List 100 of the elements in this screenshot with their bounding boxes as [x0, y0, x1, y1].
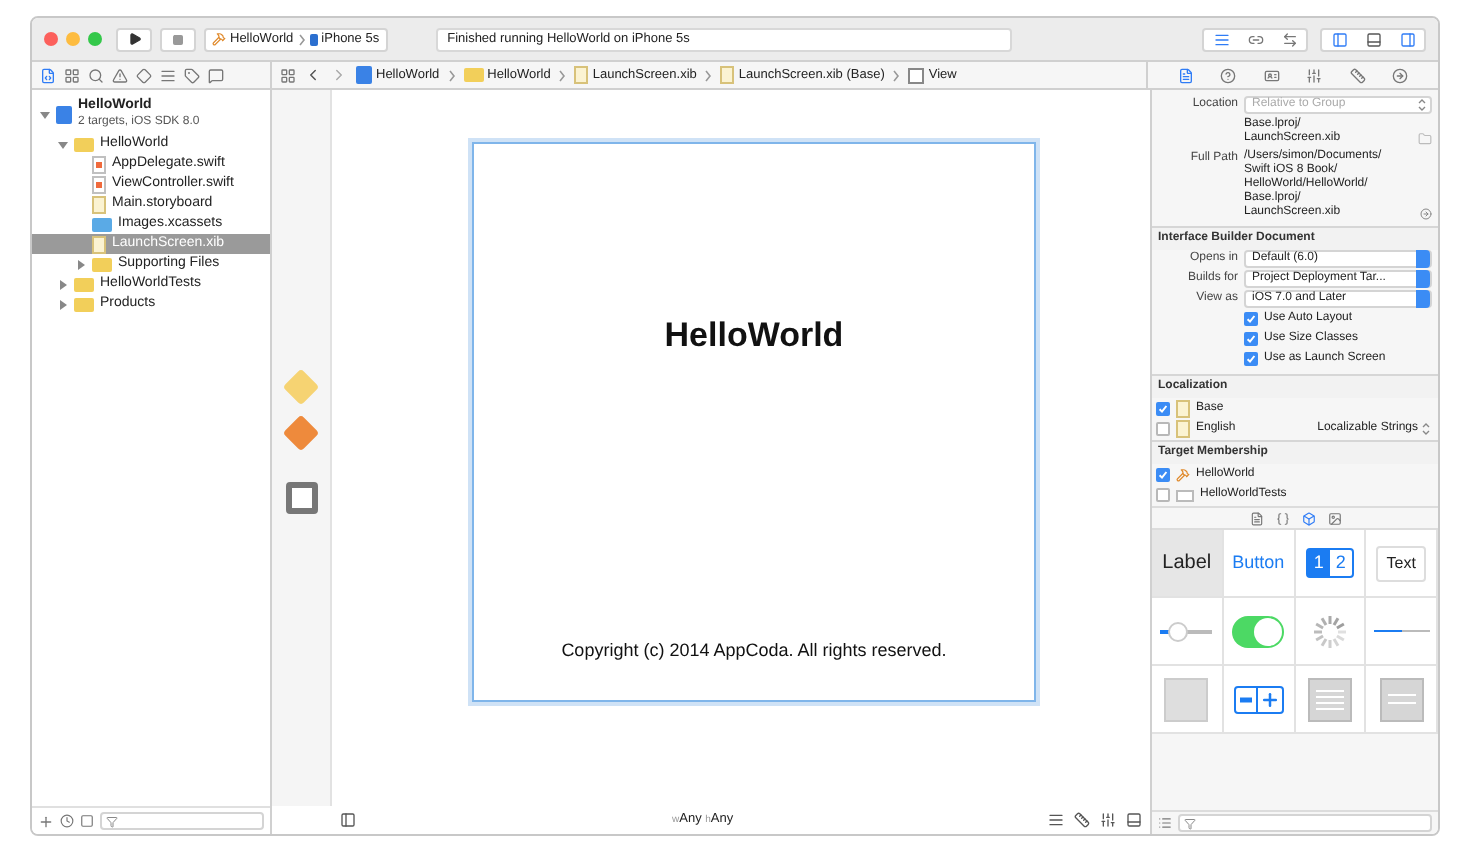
- attributes-inspector-tab[interactable]: [1306, 67, 1323, 83]
- document-icon: [574, 66, 589, 84]
- view-icon: [908, 67, 925, 83]
- help-inspector-tab[interactable]: [1220, 67, 1237, 83]
- issue-icon: [112, 67, 128, 83]
- document-icon: [92, 195, 106, 213]
- library-item[interactable]: [1223, 666, 1295, 734]
- slider-sample: [1160, 621, 1213, 641]
- help-icon: [1220, 67, 1237, 83]
- add-icon[interactable]: [38, 813, 54, 829]
- identity-icon: [1263, 67, 1280, 83]
- report-icon: [208, 67, 224, 83]
- test-icon: [136, 67, 152, 83]
- file-inspector-tab[interactable]: [1177, 67, 1194, 83]
- disclosure-triangle-icon[interactable]: [40, 109, 50, 119]
- library-item[interactable]: [1223, 598, 1295, 666]
- launch-screen-view[interactable]: HelloWorld Copyright (c) 2014 AppCoda. All rights reserved.: [472, 142, 1036, 702]
- button-sample: Button: [1232, 549, 1285, 576]
- library-item[interactable]: [1152, 598, 1224, 666]
- disclosure-triangle-icon[interactable]: [58, 299, 68, 309]
- run-button[interactable]: [116, 27, 152, 51]
- library-item[interactable]: 1 2: [1295, 530, 1367, 598]
- forward-icon[interactable]: [330, 66, 348, 84]
- list-view-icon[interactable]: [1158, 816, 1172, 830]
- disclosure-triangle-icon[interactable]: [76, 259, 86, 269]
- image-view-sample: [1164, 677, 1209, 721]
- file-icon: [1177, 67, 1194, 83]
- label-sample: Label: [1162, 550, 1212, 578]
- folder-icon: [463, 68, 484, 82]
- file-icon: [1249, 511, 1263, 525]
- library-item[interactable]: [1366, 666, 1438, 734]
- disclosure-triangle-icon[interactable]: [58, 139, 68, 149]
- symbol-navigator-tab[interactable]: [64, 67, 80, 83]
- resizing-icon[interactable]: [1126, 812, 1142, 828]
- chevron-icon: [558, 69, 567, 81]
- reveal-icon[interactable]: [1420, 208, 1432, 220]
- object-library-tab[interactable]: [1301, 511, 1315, 525]
- plus-icon: [1259, 689, 1280, 709]
- connections-inspector-tab[interactable]: [1392, 67, 1409, 83]
- copyright-label: Copyright (c) 2014 AppCoda. All rights reserved.: [561, 637, 947, 664]
- folder-icon: [92, 217, 112, 231]
- align-icon[interactable]: [1048, 812, 1064, 828]
- library-item[interactable]: Text: [1366, 530, 1438, 598]
- size-inspector-tab[interactable]: [1349, 67, 1366, 83]
- media-library-tab[interactable]: [1327, 511, 1341, 525]
- connections-icon: [1392, 67, 1409, 83]
- checkbox[interactable]: [1156, 422, 1170, 436]
- outline-toggle-icon[interactable]: [340, 812, 356, 828]
- folder-icon[interactable]: [1418, 132, 1432, 146]
- filter-field[interactable]: [1178, 814, 1432, 832]
- code-library-tab[interactable]: [1275, 511, 1289, 525]
- library-item[interactable]: Button: [1223, 530, 1295, 598]
- library-item[interactable]: [1295, 598, 1367, 666]
- title-label: HelloWorld: [664, 314, 844, 358]
- chevron-icon: [297, 33, 306, 45]
- document-icon: [720, 66, 735, 84]
- checkbox[interactable]: [1156, 488, 1170, 502]
- filter-field[interactable]: [100, 812, 264, 830]
- media-icon: [1327, 511, 1341, 525]
- panel-layout-icon: [1331, 31, 1347, 47]
- panel-layout-icon: [1365, 31, 1381, 47]
- size-icon: [1349, 67, 1366, 83]
- report-navigator-tab[interactable]: [208, 67, 224, 83]
- document-icon: [92, 235, 106, 253]
- find-navigator-tab[interactable]: [88, 67, 104, 83]
- debug-icon: [160, 67, 176, 83]
- back-icon[interactable]: [304, 66, 322, 84]
- filter-icon: [106, 815, 118, 827]
- breakpoint-icon: [184, 67, 200, 83]
- library-item[interactable]: [1366, 598, 1438, 666]
- find-icon: [88, 67, 104, 83]
- code-icon: [1275, 511, 1289, 525]
- file-library-tab[interactable]: [1249, 511, 1263, 525]
- related-items-icon[interactable]: [280, 67, 296, 83]
- object-icon: [1301, 511, 1315, 525]
- table-view-sample: [1307, 677, 1352, 721]
- segmented-control-sample: 1 2: [1305, 547, 1354, 579]
- issue-navigator-tab[interactable]: [112, 67, 128, 83]
- close-button[interactable]: [44, 32, 58, 46]
- library-item[interactable]: [1295, 666, 1367, 734]
- chevron-icon: [704, 69, 713, 81]
- identity-inspector-tab[interactable]: [1263, 67, 1280, 83]
- table-cell-sample: [1379, 677, 1424, 721]
- app-target-icon: [1176, 468, 1190, 482]
- disclosure-triangle-icon[interactable]: [58, 279, 68, 289]
- library-item[interactable]: Label: [1152, 530, 1224, 598]
- zoom-button[interactable]: [88, 32, 102, 46]
- play-icon: [127, 32, 141, 46]
- view-icon[interactable]: [285, 482, 317, 514]
- recent-files-icon[interactable]: [60, 814, 74, 828]
- attributes-icon: [1306, 67, 1323, 83]
- debug-navigator-tab[interactable]: [160, 67, 176, 83]
- symbol-icon: [64, 67, 80, 83]
- filter-icon: [1184, 817, 1196, 829]
- filter-toggle-icon[interactable]: [80, 814, 94, 828]
- folder-icon: [74, 137, 94, 151]
- test-navigator-tab[interactable]: [136, 67, 152, 83]
- breakpoint-navigator-tab[interactable]: [184, 67, 200, 83]
- device-icon: [309, 33, 318, 45]
- stop-icon: [172, 33, 184, 45]
